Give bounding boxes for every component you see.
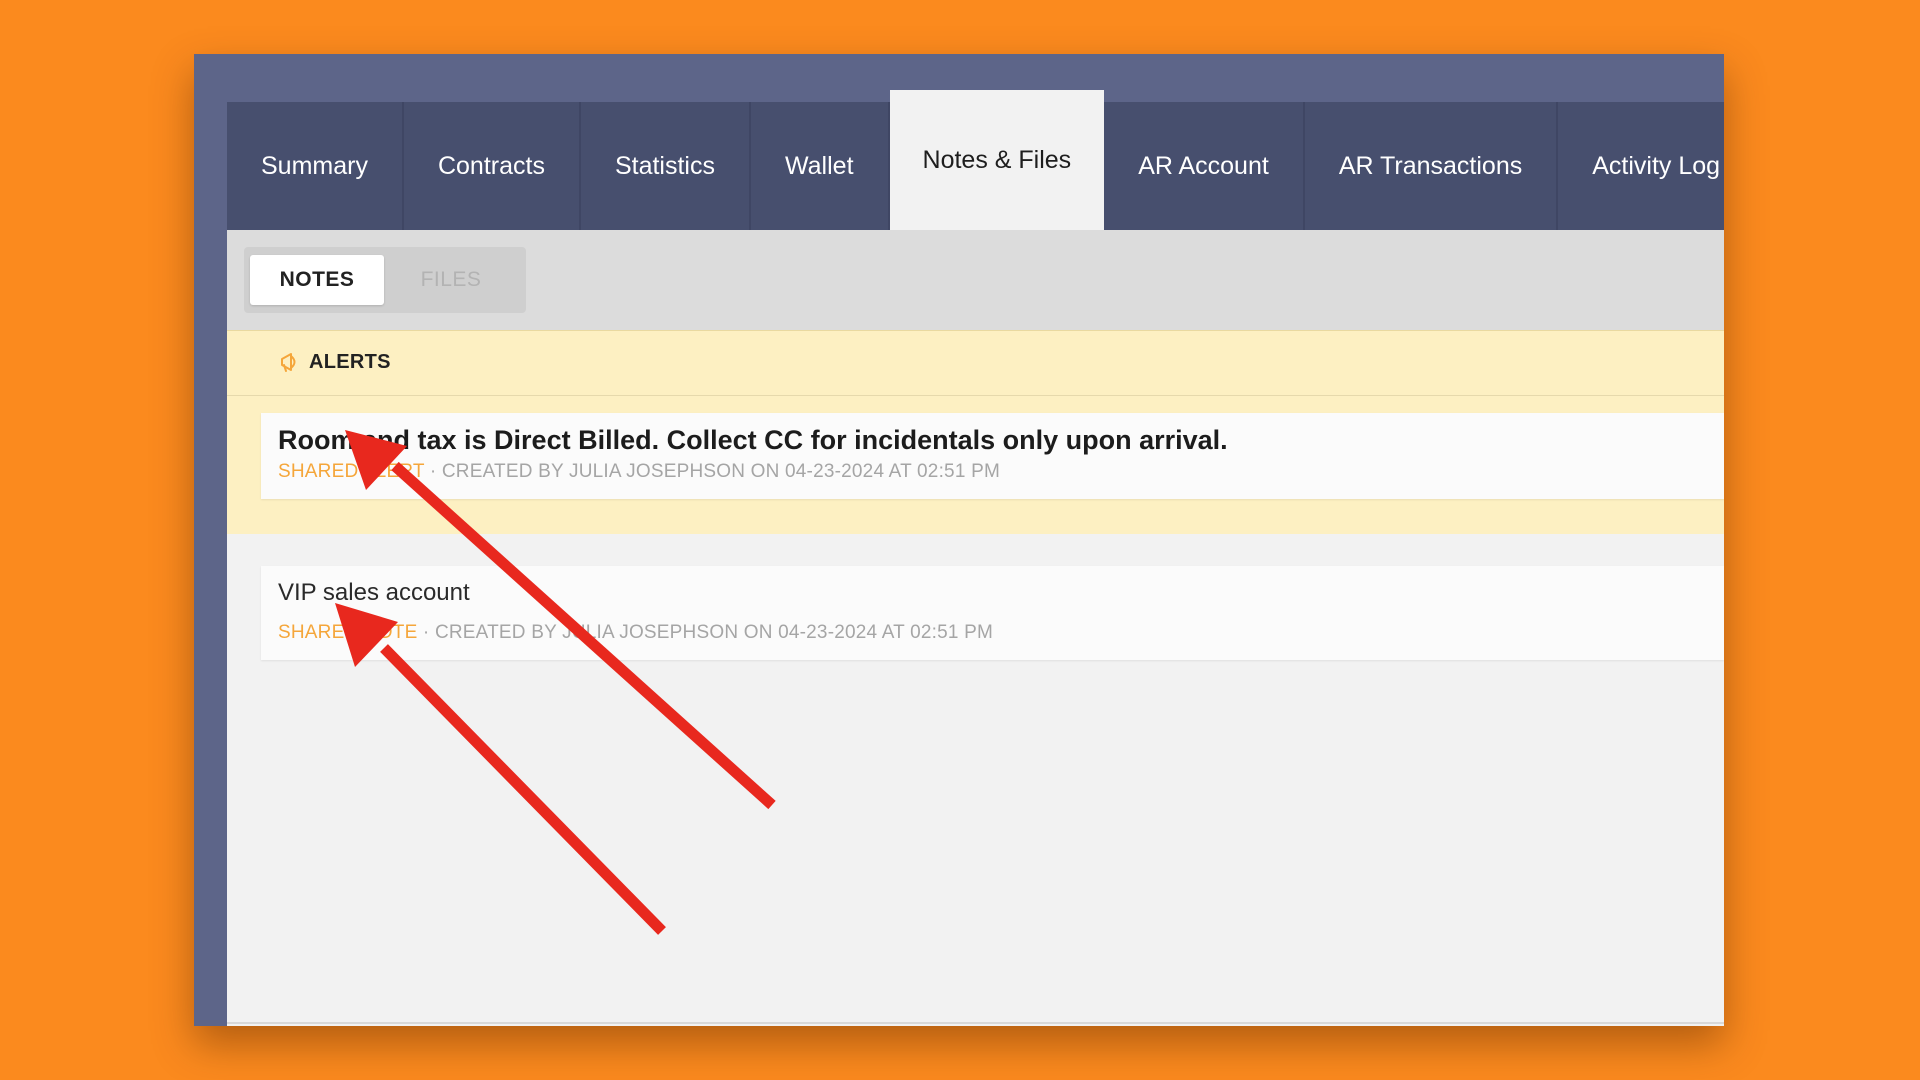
notes-content-panel: NOTES FILES ALERTS Room and tax is Direc… xyxy=(227,230,1724,1026)
tab-list: Summary Contracts Statistics Wallet Note… xyxy=(227,90,1724,230)
shared-alert-tag: SHARED ALERT xyxy=(278,461,425,482)
alerts-header-label: ALERTS xyxy=(309,350,391,373)
tab-contracts[interactable]: Contracts xyxy=(404,102,581,230)
tab-ar-transactions[interactable]: AR Transactions xyxy=(1305,102,1559,230)
content-bottom-border xyxy=(227,1022,1724,1024)
tab-wallet[interactable]: Wallet xyxy=(751,102,890,230)
tab-summary[interactable]: Summary xyxy=(227,102,404,230)
tab-activity-log[interactable]: Activity Log xyxy=(1558,102,1724,230)
note-text: VIP sales account xyxy=(278,579,470,606)
alert-text: Room and tax is Direct Billed. Collect C… xyxy=(278,425,1228,455)
files-toggle-button[interactable]: FILES xyxy=(384,255,518,305)
alert-created-info: · CREATED BY JULIA JOSEPHSON ON 04-23-20… xyxy=(424,461,1000,482)
alerts-header: ALERTS xyxy=(277,349,391,375)
notes-files-toggle: NOTES FILES xyxy=(244,247,526,313)
tab-notes-files[interactable]: Notes & Files xyxy=(889,90,1105,230)
tab-ar-account[interactable]: AR Account xyxy=(1104,102,1305,230)
note-created-info: · CREATED BY JULIA JOSEPHSON ON 04-23-20… xyxy=(417,622,994,643)
alert-meta: SHARED ALERT · CREATED BY JULIA JOSEPHSO… xyxy=(278,461,1000,483)
alerts-section: ALERTS Room and tax is Direct Billed. Co… xyxy=(227,330,1724,534)
tab-statistics[interactable]: Statistics xyxy=(581,102,751,230)
note-card[interactable]: VIP sales account SHARED NOTE · CREATED … xyxy=(261,566,1724,660)
notes-files-toggle-bar: NOTES FILES xyxy=(227,230,1724,330)
app-window: Summary Contracts Statistics Wallet Note… xyxy=(194,54,1724,1026)
shared-note-tag: SHARED NOTE xyxy=(278,622,418,643)
notes-toggle-button[interactable]: NOTES xyxy=(250,255,384,305)
megaphone-icon xyxy=(281,353,296,372)
alerts-divider xyxy=(227,395,1724,396)
alert-card[interactable]: Room and tax is Direct Billed. Collect C… xyxy=(261,413,1724,499)
note-meta: SHARED NOTE · CREATED BY JULIA JOSEPHSON… xyxy=(278,622,993,644)
